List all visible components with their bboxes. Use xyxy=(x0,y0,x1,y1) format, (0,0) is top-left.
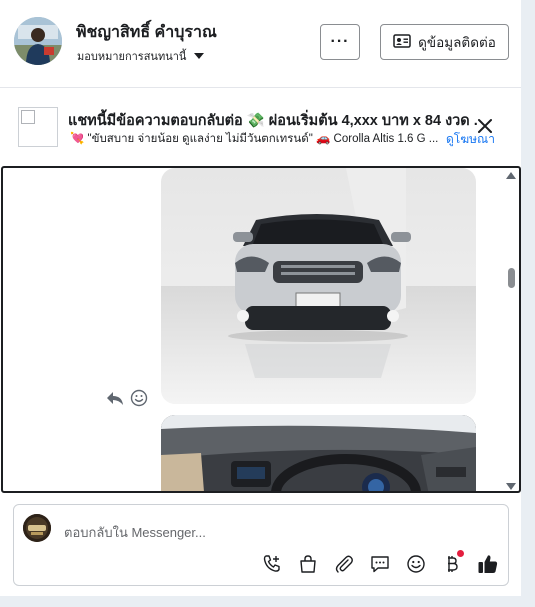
message-composer: ตอบกลับใน Messenger... xyxy=(13,504,509,586)
conversation-panel: พิชญาสิทธิ์ คำบุราณ มอบหมายการสนทนานี้ ·… xyxy=(0,0,521,596)
ad-banner-title: แชทนี้มีข้อความตอบกลับต่อ 💸 ผ่อนเริ่มต้น… xyxy=(68,113,478,129)
shopping-bag-icon[interactable] xyxy=(296,552,319,575)
message-image-car-interior[interactable] xyxy=(161,415,476,491)
scroll-down-arrow-icon[interactable] xyxy=(506,483,516,490)
assign-conversation-dropdown[interactable]: มอบหมายการสนทนานี้ xyxy=(77,47,205,65)
call-icon[interactable] xyxy=(260,552,283,575)
message-image-car-front[interactable] xyxy=(161,168,476,404)
contact-card-icon xyxy=(393,33,411,51)
scroll-up-arrow-icon[interactable] xyxy=(506,172,516,179)
like-thumb-icon[interactable] xyxy=(476,552,499,575)
ad-banner-subtitle: 💘 "ขับสบาย จ่ายน้อย ดูแลง่าย ไม่มีวันตกเ… xyxy=(70,133,439,145)
view-contact-button[interactable]: ดูข้อมูลติดต่อ xyxy=(380,24,509,60)
message-actions xyxy=(106,389,148,412)
saved-replies-icon[interactable] xyxy=(368,552,391,575)
emoji-icon[interactable] xyxy=(404,552,427,575)
composer-toolbar xyxy=(260,550,499,575)
payment-baht-icon[interactable] xyxy=(440,550,464,575)
page-avatar xyxy=(23,514,51,542)
assign-conversation-label: มอบหมายการสนทนานี้ xyxy=(77,51,187,63)
scrollbar-thumb[interactable] xyxy=(508,268,515,288)
conversation-header: พิชญาสิทธิ์ คำบุราณ มอบหมายการสนทนานี้ ·… xyxy=(0,0,521,88)
attachment-icon[interactable] xyxy=(332,552,355,575)
message-thread[interactable] xyxy=(1,166,521,493)
contact-avatar[interactable] xyxy=(14,17,62,65)
react-emoji-icon[interactable] xyxy=(130,389,148,412)
reply-icon[interactable] xyxy=(106,390,124,411)
reply-input[interactable]: ตอบกลับใน Messenger... xyxy=(64,522,206,543)
ad-reply-banner: แชทนี้มีข้อความตอบกลับต่อ 💸 ผ่อนเริ่มต้น… xyxy=(0,89,521,165)
ad-thumbnail[interactable] xyxy=(18,107,58,147)
view-contact-label: ดูข้อมูลติดต่อ xyxy=(418,35,496,50)
close-icon[interactable] xyxy=(476,117,494,135)
more-options-button[interactable]: ··· xyxy=(320,24,360,60)
notification-dot xyxy=(457,550,464,557)
contact-name: พิชญาสิทธิ์ คำบุราณ xyxy=(76,24,217,41)
caret-down-icon xyxy=(194,53,205,59)
broken-image-icon xyxy=(21,110,35,124)
thread-scrollbar[interactable] xyxy=(506,172,516,490)
